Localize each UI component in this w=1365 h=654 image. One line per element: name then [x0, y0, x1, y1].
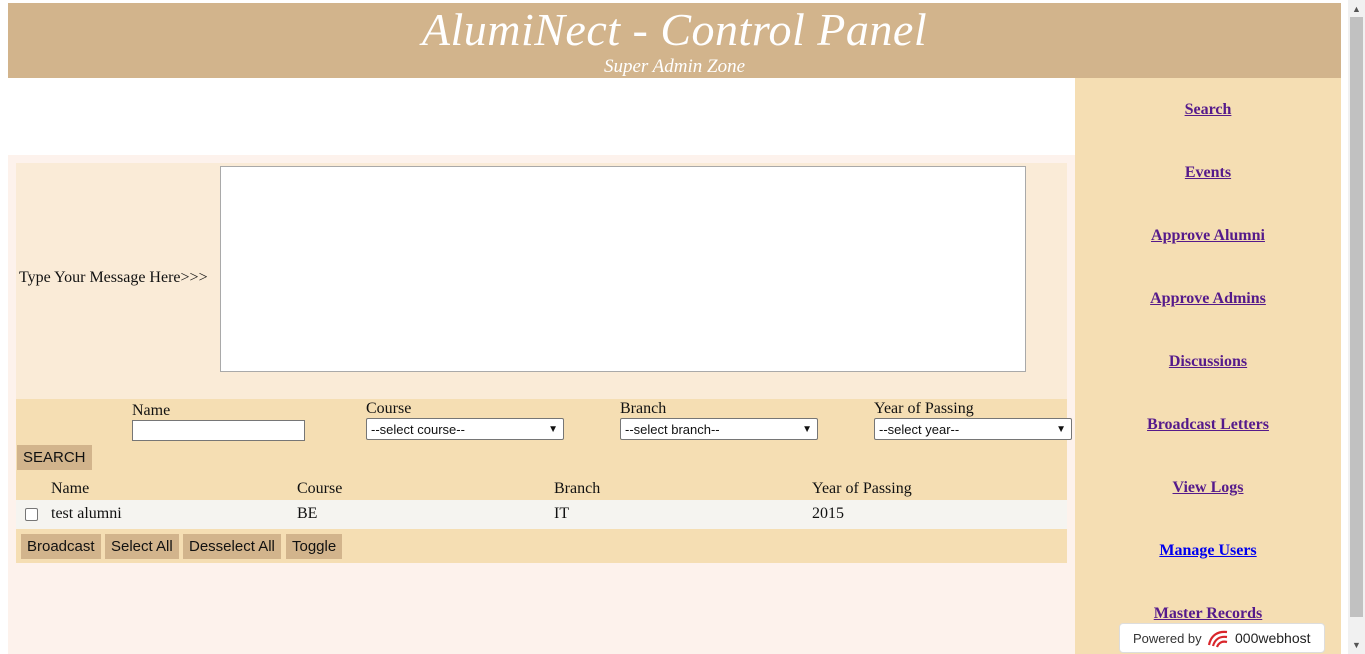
select-all-button[interactable]: Select All [105, 534, 179, 559]
branch-select[interactable]: --select branch-- ▼ [620, 418, 818, 440]
course-select[interactable]: --select course-- ▼ [366, 418, 564, 440]
chevron-down-icon: ▼ [802, 424, 812, 435]
scroll-up-icon[interactable]: ▲ [1352, 4, 1361, 14]
search-button[interactable]: SEARCH [17, 445, 92, 470]
sidebar-item-approve-admins[interactable]: Approve Admins [1075, 290, 1341, 308]
sidebar-item-events[interactable]: Events [1075, 164, 1341, 182]
broadcast-button[interactable]: Broadcast [21, 534, 101, 559]
sidebar-item-broadcast-letters[interactable]: Broadcast Letters [1075, 416, 1341, 434]
course-filter-label: Course [366, 400, 412, 417]
sidebar-nav: Search Events Approve Alumni Approve Adm… [1075, 78, 1341, 654]
webhost-logo-icon [1207, 630, 1228, 648]
sidebar-item-view-logs[interactable]: View Logs [1075, 479, 1341, 497]
message-row: Type Your Message Here>>> [16, 163, 1067, 399]
message-label: Type Your Message Here>>> [19, 269, 208, 286]
sidebar-item-manage-users[interactable]: Manage Users [1075, 542, 1341, 560]
branch-select-value: --select branch-- [625, 422, 720, 437]
column-header-name: Name [51, 480, 90, 497]
page-title: AlumiNect - Control Panel [421, 4, 928, 55]
sidebar-item-search[interactable]: Search [1075, 101, 1341, 119]
host-name: 000webhost [1235, 630, 1311, 646]
powered-by-text: Powered by [1133, 631, 1202, 646]
column-header-year: Year of Passing [812, 480, 912, 497]
row-year: 2015 [812, 505, 844, 522]
page-scrollbar[interactable]: ▲ ▼ [1348, 0, 1365, 654]
name-filter-input[interactable] [132, 420, 305, 441]
page-header: AlumiNect - Control Panel Super Admin Zo… [8, 3, 1341, 78]
year-select[interactable]: --select year-- ▼ [874, 418, 1072, 440]
hosting-badge[interactable]: Powered by 000webhost [1119, 623, 1325, 653]
column-header-branch: Branch [554, 480, 601, 497]
scrollbar-thumb[interactable] [1350, 17, 1363, 617]
sidebar-item-discussions[interactable]: Discussions [1075, 353, 1341, 371]
sidebar-item-approve-alumni[interactable]: Approve Alumni [1075, 227, 1341, 245]
table-header: Name Course Branch Year of Passing [16, 475, 1067, 500]
row-name: test alumni [51, 505, 122, 522]
row-course: BE [297, 505, 318, 522]
branch-filter-label: Branch [620, 400, 667, 417]
year-filter-label: Year of Passing [874, 400, 974, 417]
message-textarea[interactable] [220, 166, 1026, 372]
toggle-button[interactable]: Toggle [286, 534, 343, 559]
chevron-down-icon: ▼ [548, 424, 558, 435]
chevron-down-icon: ▼ [1056, 424, 1066, 435]
row-select-checkbox[interactable] [25, 508, 38, 521]
main-content: Type Your Message Here>>> Name Course --… [8, 155, 1075, 654]
deselect-all-button[interactable]: Desselect All [183, 534, 281, 559]
column-header-course: Course [297, 480, 343, 497]
table-row: test alumni BE IT 2015 [16, 500, 1067, 529]
year-select-value: --select year-- [879, 422, 960, 437]
results-table: Name Course Branch Year of Passing test … [16, 475, 1067, 563]
page-subtitle: Super Admin Zone [603, 56, 746, 77]
sidebar-item-master-records[interactable]: Master Records [1075, 605, 1341, 623]
row-branch: IT [554, 505, 570, 522]
course-select-value: --select course-- [371, 422, 465, 437]
name-filter-label: Name [132, 402, 171, 419]
scroll-down-icon[interactable]: ▼ [1352, 640, 1361, 650]
